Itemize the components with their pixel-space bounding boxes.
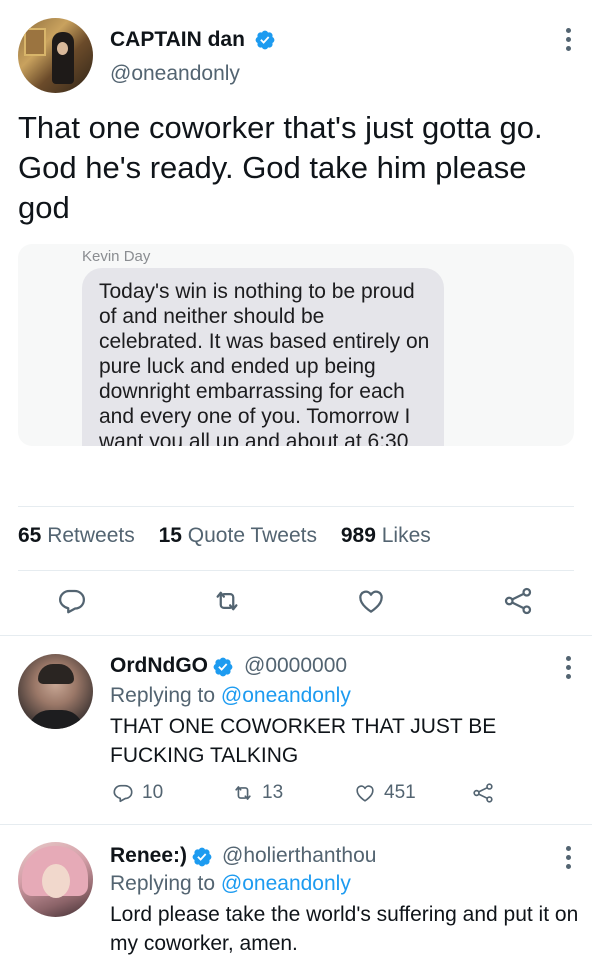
- author-name[interactable]: CAPTAIN dan: [110, 28, 245, 52]
- replying-to-link[interactable]: @oneandonly: [221, 872, 351, 895]
- tweet-stats: 65 Retweets 15 Quote Tweets 989 Likes: [18, 524, 431, 548]
- share-icon[interactable]: [503, 586, 533, 616]
- quotes-label[interactable]: Quote Tweets: [188, 524, 317, 547]
- likes-label[interactable]: Likes: [382, 524, 431, 547]
- tweet-text: That one coworker that's just gotta go. …: [18, 110, 543, 225]
- retweet-icon[interactable]: [232, 782, 254, 804]
- tweet-media[interactable]: Kevin Day Today's win is nothing to be p…: [18, 244, 574, 446]
- author-avatar[interactable]: [18, 18, 93, 93]
- replying-to-link[interactable]: @oneandonly: [221, 684, 351, 707]
- divider: [0, 635, 592, 636]
- reply-count: 10: [142, 782, 164, 803]
- reply-action[interactable]: 10: [112, 782, 163, 804]
- reply-icon[interactable]: [57, 586, 87, 616]
- share-action[interactable]: [472, 782, 494, 804]
- verified-badge-icon: [213, 657, 233, 677]
- message-bubble: Today's win is nothing to be proud of an…: [82, 268, 444, 446]
- reply-avatar[interactable]: [18, 842, 93, 917]
- reply-author-handle[interactable]: @0000000: [244, 654, 347, 678]
- reply-author-name[interactable]: OrdNdGO: [110, 654, 208, 678]
- replying-to: Replying to @oneandonly: [110, 684, 351, 707]
- reply-text: Lord please take the world's suffering a…: [110, 903, 579, 955]
- reply-icon[interactable]: [112, 782, 134, 804]
- verified-badge-icon: [192, 847, 212, 867]
- retweet-icon[interactable]: [212, 586, 242, 616]
- reply-avatar[interactable]: [18, 654, 93, 729]
- like-icon[interactable]: [354, 782, 376, 804]
- reply-author-name[interactable]: Renee:): [110, 844, 187, 868]
- more-options-icon[interactable]: [566, 656, 572, 682]
- likes-count[interactable]: 989: [341, 524, 376, 547]
- replying-to: Replying to @oneandonly: [110, 872, 351, 895]
- verified-badge-icon: [255, 30, 275, 50]
- like-icon[interactable]: [356, 586, 386, 616]
- quotes-count[interactable]: 15: [159, 524, 182, 547]
- reply-author-handle[interactable]: @holierthanthou: [222, 844, 376, 868]
- author-handle[interactable]: @oneandonly: [110, 62, 240, 86]
- retweets-count[interactable]: 65: [18, 524, 41, 547]
- retweet-count: 13: [262, 782, 284, 803]
- message-sender: Kevin Day: [82, 248, 151, 265]
- divider: [18, 570, 574, 571]
- more-options-icon[interactable]: [566, 846, 572, 872]
- like-action[interactable]: 451: [354, 782, 416, 804]
- divider: [0, 824, 592, 825]
- share-icon[interactable]: [472, 782, 494, 804]
- retweet-action[interactable]: 13: [232, 782, 283, 804]
- more-options-icon[interactable]: [566, 28, 572, 54]
- like-count: 451: [384, 782, 416, 803]
- retweets-label[interactable]: Retweets: [47, 524, 135, 547]
- reply-text: THAT ONE COWORKER THAT JUST BE FUCKING T…: [110, 715, 497, 767]
- divider: [18, 506, 574, 507]
